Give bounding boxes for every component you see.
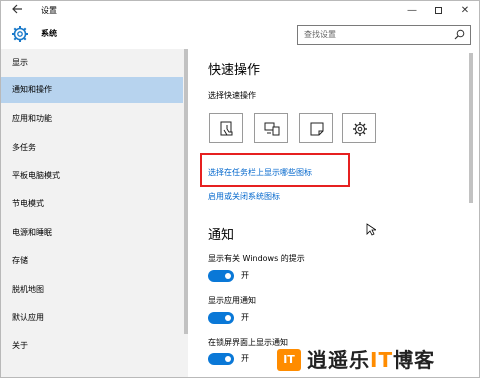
quick-actions-heading: 快速操作: [208, 63, 261, 78]
main-scrollbar-thumb[interactable]: [469, 53, 473, 203]
quick-action-tile-note[interactable]: [299, 113, 333, 143]
close-icon: ✕: [460, 5, 470, 16]
toggle-knob: [225, 273, 231, 279]
lockscreen-notifications-toggle[interactable]: [208, 353, 234, 365]
sidebar: 显示 通知和操作 应用和功能 多任务 平板电脑模式 节电模式 电源和睡眠 存储 …: [1, 49, 187, 377]
window-title: 设置: [41, 6, 57, 15]
sidebar-item-about[interactable]: 关于: [1, 333, 183, 359]
windows-tips-label: 显示有关 Windows 的提示: [208, 254, 305, 263]
quick-action-tile-tablet-mode[interactable]: [209, 113, 243, 143]
notifications-heading: 通知: [208, 228, 235, 243]
windows-tips-toggle[interactable]: [208, 270, 234, 282]
settings-icon: [353, 122, 367, 136]
windows-tips-state: 开: [241, 271, 249, 280]
search-icon[interactable]: [454, 29, 465, 40]
connect-display-icon: [264, 122, 280, 136]
app-notifications-label: 显示应用通知: [208, 296, 256, 305]
sidebar-item-tablet-mode[interactable]: 平板电脑模式: [1, 163, 183, 189]
toggle-knob: [225, 356, 231, 362]
mouse-cursor-icon: [366, 223, 376, 236]
note-icon: [310, 122, 324, 136]
lockscreen-notifications-label: 在锁屏界面上显示通知: [208, 338, 288, 347]
watermark-logo-text: IT: [283, 353, 295, 366]
app-notifications-toggle[interactable]: [208, 312, 234, 324]
watermark-text: 逍遥乐IT博客: [307, 348, 435, 372]
tablet-mode-icon: [220, 121, 233, 136]
toggle-knob: [225, 315, 231, 321]
sidebar-item-power-sleep[interactable]: 电源和睡眠: [1, 220, 183, 246]
lockscreen-notifications-state: 开: [241, 354, 249, 363]
watermark-text-post: 博客: [393, 348, 436, 372]
quick-action-tile-connect[interactable]: [254, 113, 288, 143]
back-arrow-icon[interactable]: [9, 3, 25, 19]
app-notifications-state: 开: [241, 313, 249, 322]
title-bar: 设置 — ✕: [1, 1, 479, 21]
minimize-icon: —: [407, 5, 417, 16]
sidebar-item-display[interactable]: 显示: [1, 50, 183, 76]
close-button[interactable]: ✕: [452, 1, 478, 21]
watermark-text-pre: 逍遥乐: [307, 348, 370, 372]
sidebar-item-apps[interactable]: 应用和功能: [1, 106, 183, 132]
sidebar-item-battery-saver[interactable]: 节电模式: [1, 191, 183, 217]
sidebar-item-offline-maps[interactable]: 脱机地图: [1, 277, 183, 303]
search-box[interactable]: [297, 25, 471, 45]
watermark-text-it: IT: [370, 348, 394, 372]
taskbar-icons-link[interactable]: 选择在任务栏上显示哪些图标: [208, 167, 312, 179]
gear-icon: [11, 25, 29, 43]
quick-actions-subtitle: 选择快速操作: [208, 91, 256, 100]
search-input[interactable]: [304, 30, 444, 39]
minimize-button[interactable]: —: [399, 1, 425, 21]
sidebar-item-default-apps[interactable]: 默认应用: [1, 305, 183, 331]
sidebar-item-notifications[interactable]: 通知和操作: [1, 77, 183, 103]
watermark-logo: IT: [277, 349, 301, 371]
quick-action-tile-settings[interactable]: [342, 113, 376, 143]
page-title: 系统: [41, 29, 57, 38]
system-icons-link[interactable]: 启用或关闭系统图标: [208, 191, 280, 203]
maximize-icon: [434, 6, 442, 14]
sidebar-item-storage[interactable]: 存储: [1, 248, 183, 274]
maximize-button[interactable]: [425, 1, 451, 21]
sidebar-scrollbar-thumb[interactable]: [184, 49, 188, 334]
settings-window: 设置 — ✕ 系统 查找设置 显示 通知和操作 应用和功能 多任务 平板电脑模式…: [0, 0, 480, 378]
sidebar-item-multitasking[interactable]: 多任务: [1, 135, 183, 161]
